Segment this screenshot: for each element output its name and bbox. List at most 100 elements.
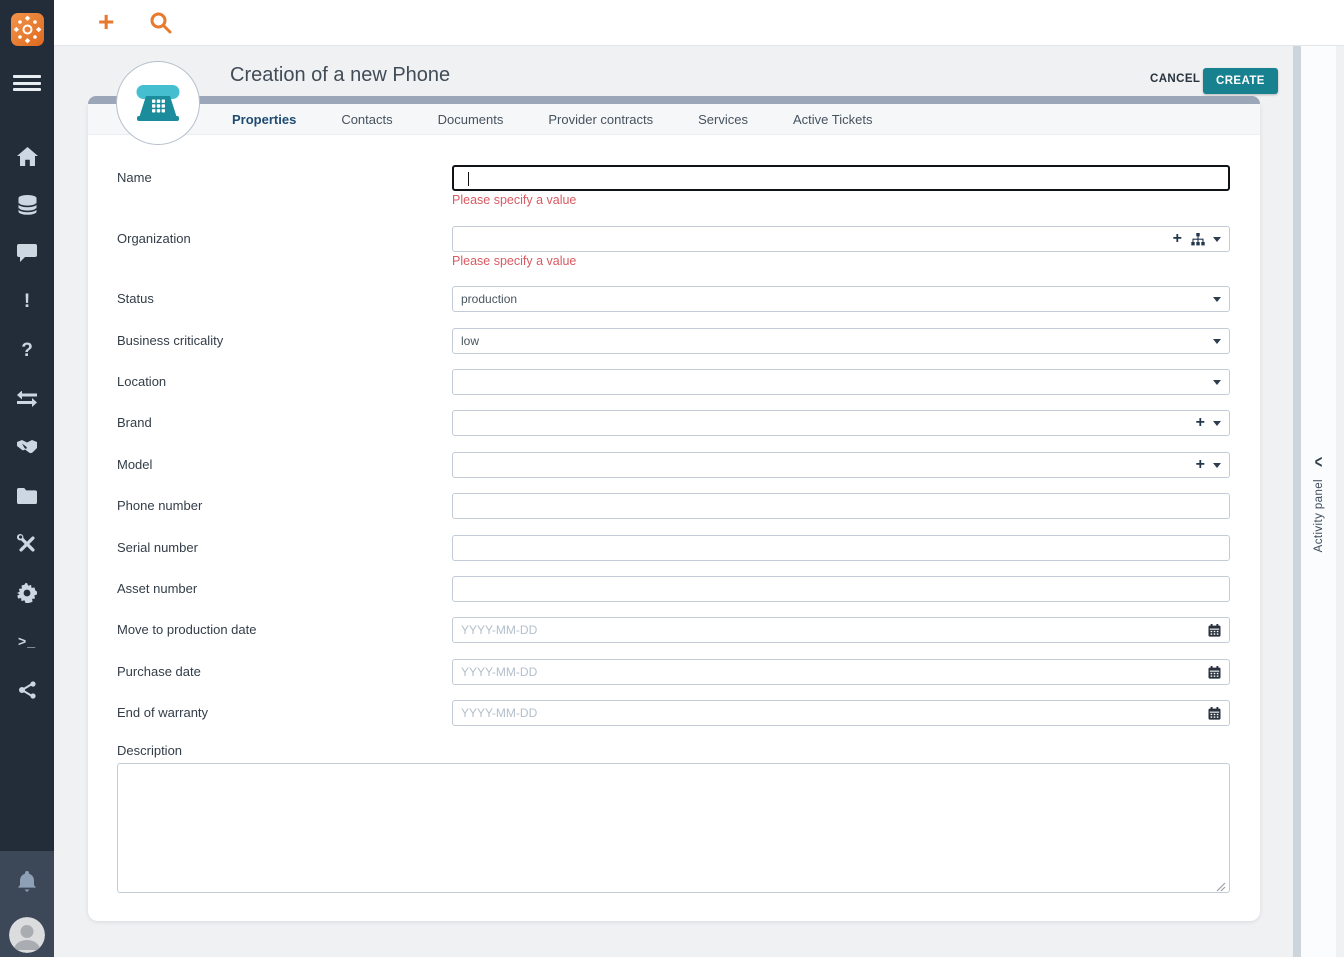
new-object-plus-icon[interactable]: + bbox=[98, 4, 114, 40]
field-row-asset-number: Asset number bbox=[117, 576, 1230, 602]
add-brand-icon[interactable]: + bbox=[1196, 415, 1205, 431]
sidebar-item-settings[interactable] bbox=[0, 569, 54, 618]
cancel-button[interactable]: CANCEL bbox=[1144, 72, 1206, 86]
global-search-icon[interactable] bbox=[149, 11, 173, 40]
home-icon bbox=[16, 146, 38, 166]
chat-icon bbox=[17, 244, 37, 263]
page-title: Creation of a new Phone bbox=[230, 64, 451, 86]
hierarchy-icon[interactable] bbox=[1191, 232, 1205, 246]
field-row-brand: Brand + bbox=[117, 410, 1230, 436]
tab-contacts[interactable]: Contacts bbox=[341, 112, 392, 127]
field-row-location: Location bbox=[117, 369, 1230, 395]
tools-icon bbox=[17, 534, 35, 552]
header-accent-bar bbox=[88, 96, 1260, 104]
field-label: Asset number bbox=[117, 581, 198, 596]
location-select[interactable] bbox=[452, 369, 1230, 395]
phone-icon bbox=[136, 85, 180, 121]
menu-toggle-icon[interactable] bbox=[13, 75, 41, 91]
brand-select[interactable]: + bbox=[452, 410, 1230, 436]
end-of-warranty-date-input[interactable] bbox=[461, 706, 1208, 720]
tab-documents[interactable]: Documents bbox=[438, 112, 504, 127]
content-scrollbar[interactable] bbox=[1293, 46, 1301, 957]
tab-provider-contracts[interactable]: Provider contracts bbox=[548, 112, 653, 127]
field-row-status: Status production bbox=[117, 286, 1230, 312]
field-row-organization: Organization + Please specify a value bbox=[117, 226, 1230, 268]
sidebar-item-help[interactable]: ? bbox=[0, 326, 54, 375]
activity-panel-edge bbox=[1336, 46, 1344, 957]
field-row-end-of-warranty: End of warranty bbox=[117, 700, 1230, 726]
sidebar-item-transfer[interactable] bbox=[0, 375, 54, 424]
sidebar-item-data[interactable] bbox=[0, 181, 54, 230]
selected-value: low bbox=[461, 334, 480, 348]
field-label-description: Description bbox=[117, 743, 183, 758]
sidebar-item-terminal[interactable]: >_ bbox=[0, 617, 54, 666]
field-row-phone-number: Phone number bbox=[117, 493, 1230, 519]
field-label: Organization bbox=[117, 231, 191, 246]
sidebar-item-share[interactable] bbox=[0, 666, 54, 715]
question-icon: ? bbox=[21, 339, 33, 361]
app-window: ! ? >_ + < Activity panel Creation of a … bbox=[0, 0, 1344, 957]
sidebar: ! ? >_ bbox=[0, 0, 54, 957]
sidebar-footer bbox=[0, 851, 54, 957]
phone-number-input[interactable] bbox=[452, 493, 1230, 519]
user-avatar[interactable] bbox=[9, 917, 45, 953]
field-label: Business criticality bbox=[117, 333, 224, 348]
field-row-name: Name Please specify a value bbox=[117, 165, 1230, 207]
status-select[interactable]: production bbox=[452, 286, 1230, 312]
calendar-icon[interactable] bbox=[1208, 623, 1221, 637]
purchase-date-input[interactable] bbox=[461, 665, 1208, 679]
activity-panel-label[interactable]: Activity panel bbox=[1313, 479, 1325, 552]
organization-select[interactable]: + bbox=[452, 226, 1230, 252]
notifications-bell-icon[interactable] bbox=[14, 869, 40, 900]
caret-down-icon bbox=[1213, 420, 1221, 426]
create-button[interactable]: CREATE bbox=[1203, 68, 1278, 94]
description-textarea[interactable] bbox=[117, 763, 1230, 893]
field-row-model: Model + bbox=[117, 452, 1230, 478]
sidebar-item-chat[interactable] bbox=[0, 229, 54, 278]
field-label: Status bbox=[117, 291, 154, 306]
chevron-left-icon[interactable]: < bbox=[1315, 451, 1323, 472]
caret-down-icon[interactable] bbox=[1213, 236, 1221, 242]
text-cursor bbox=[468, 172, 469, 186]
field-row-business-criticality: Business criticality low bbox=[117, 328, 1230, 354]
add-organization-icon[interactable]: + bbox=[1173, 231, 1182, 247]
caret-down-icon bbox=[1213, 379, 1221, 385]
add-model-icon[interactable]: + bbox=[1196, 457, 1205, 473]
field-label: Move to production date bbox=[117, 622, 257, 637]
terminal-icon: >_ bbox=[18, 633, 36, 650]
tab-active-tickets[interactable]: Active Tickets bbox=[793, 112, 872, 127]
activity-panel-collapsed: < Activity panel bbox=[1301, 46, 1336, 957]
itop-logo-icon[interactable] bbox=[11, 13, 44, 46]
caret-down-icon bbox=[1213, 462, 1221, 468]
sidebar-item-home[interactable] bbox=[0, 132, 54, 181]
object-type-badge bbox=[116, 61, 200, 145]
share-icon bbox=[18, 681, 36, 699]
sidebar-item-documents[interactable] bbox=[0, 472, 54, 521]
calendar-icon[interactable] bbox=[1208, 665, 1221, 679]
field-label: Location bbox=[117, 374, 167, 389]
gear-icon bbox=[17, 582, 37, 603]
serial-number-input[interactable] bbox=[452, 535, 1230, 561]
field-label: Model bbox=[117, 457, 153, 472]
topbar: + bbox=[54, 0, 1344, 46]
caret-down-icon bbox=[1213, 296, 1221, 302]
field-row-move-to-production-date: Move to production date bbox=[117, 617, 1230, 643]
tab-bar: Properties Contacts Documents Provider c… bbox=[88, 104, 1260, 135]
database-icon bbox=[17, 194, 37, 215]
model-select[interactable]: + bbox=[452, 452, 1230, 478]
asset-number-input[interactable] bbox=[452, 576, 1230, 602]
field-row-serial-number: Serial number bbox=[117, 535, 1230, 561]
business-criticality-select[interactable]: low bbox=[452, 328, 1230, 354]
tab-properties[interactable]: Properties bbox=[232, 112, 296, 127]
sidebar-item-tools[interactable] bbox=[0, 520, 54, 569]
calendar-icon[interactable] bbox=[1208, 706, 1221, 720]
field-label: Name bbox=[117, 170, 152, 185]
field-label: Serial number bbox=[117, 540, 198, 555]
tab-services[interactable]: Services bbox=[698, 112, 748, 127]
sidebar-item-handshake[interactable] bbox=[0, 423, 54, 472]
field-label: Phone number bbox=[117, 498, 203, 513]
name-input[interactable] bbox=[452, 165, 1230, 191]
caret-down-icon bbox=[1213, 338, 1221, 344]
sidebar-item-alerts[interactable]: ! bbox=[0, 278, 54, 327]
move-to-production-date-input[interactable] bbox=[461, 623, 1208, 637]
